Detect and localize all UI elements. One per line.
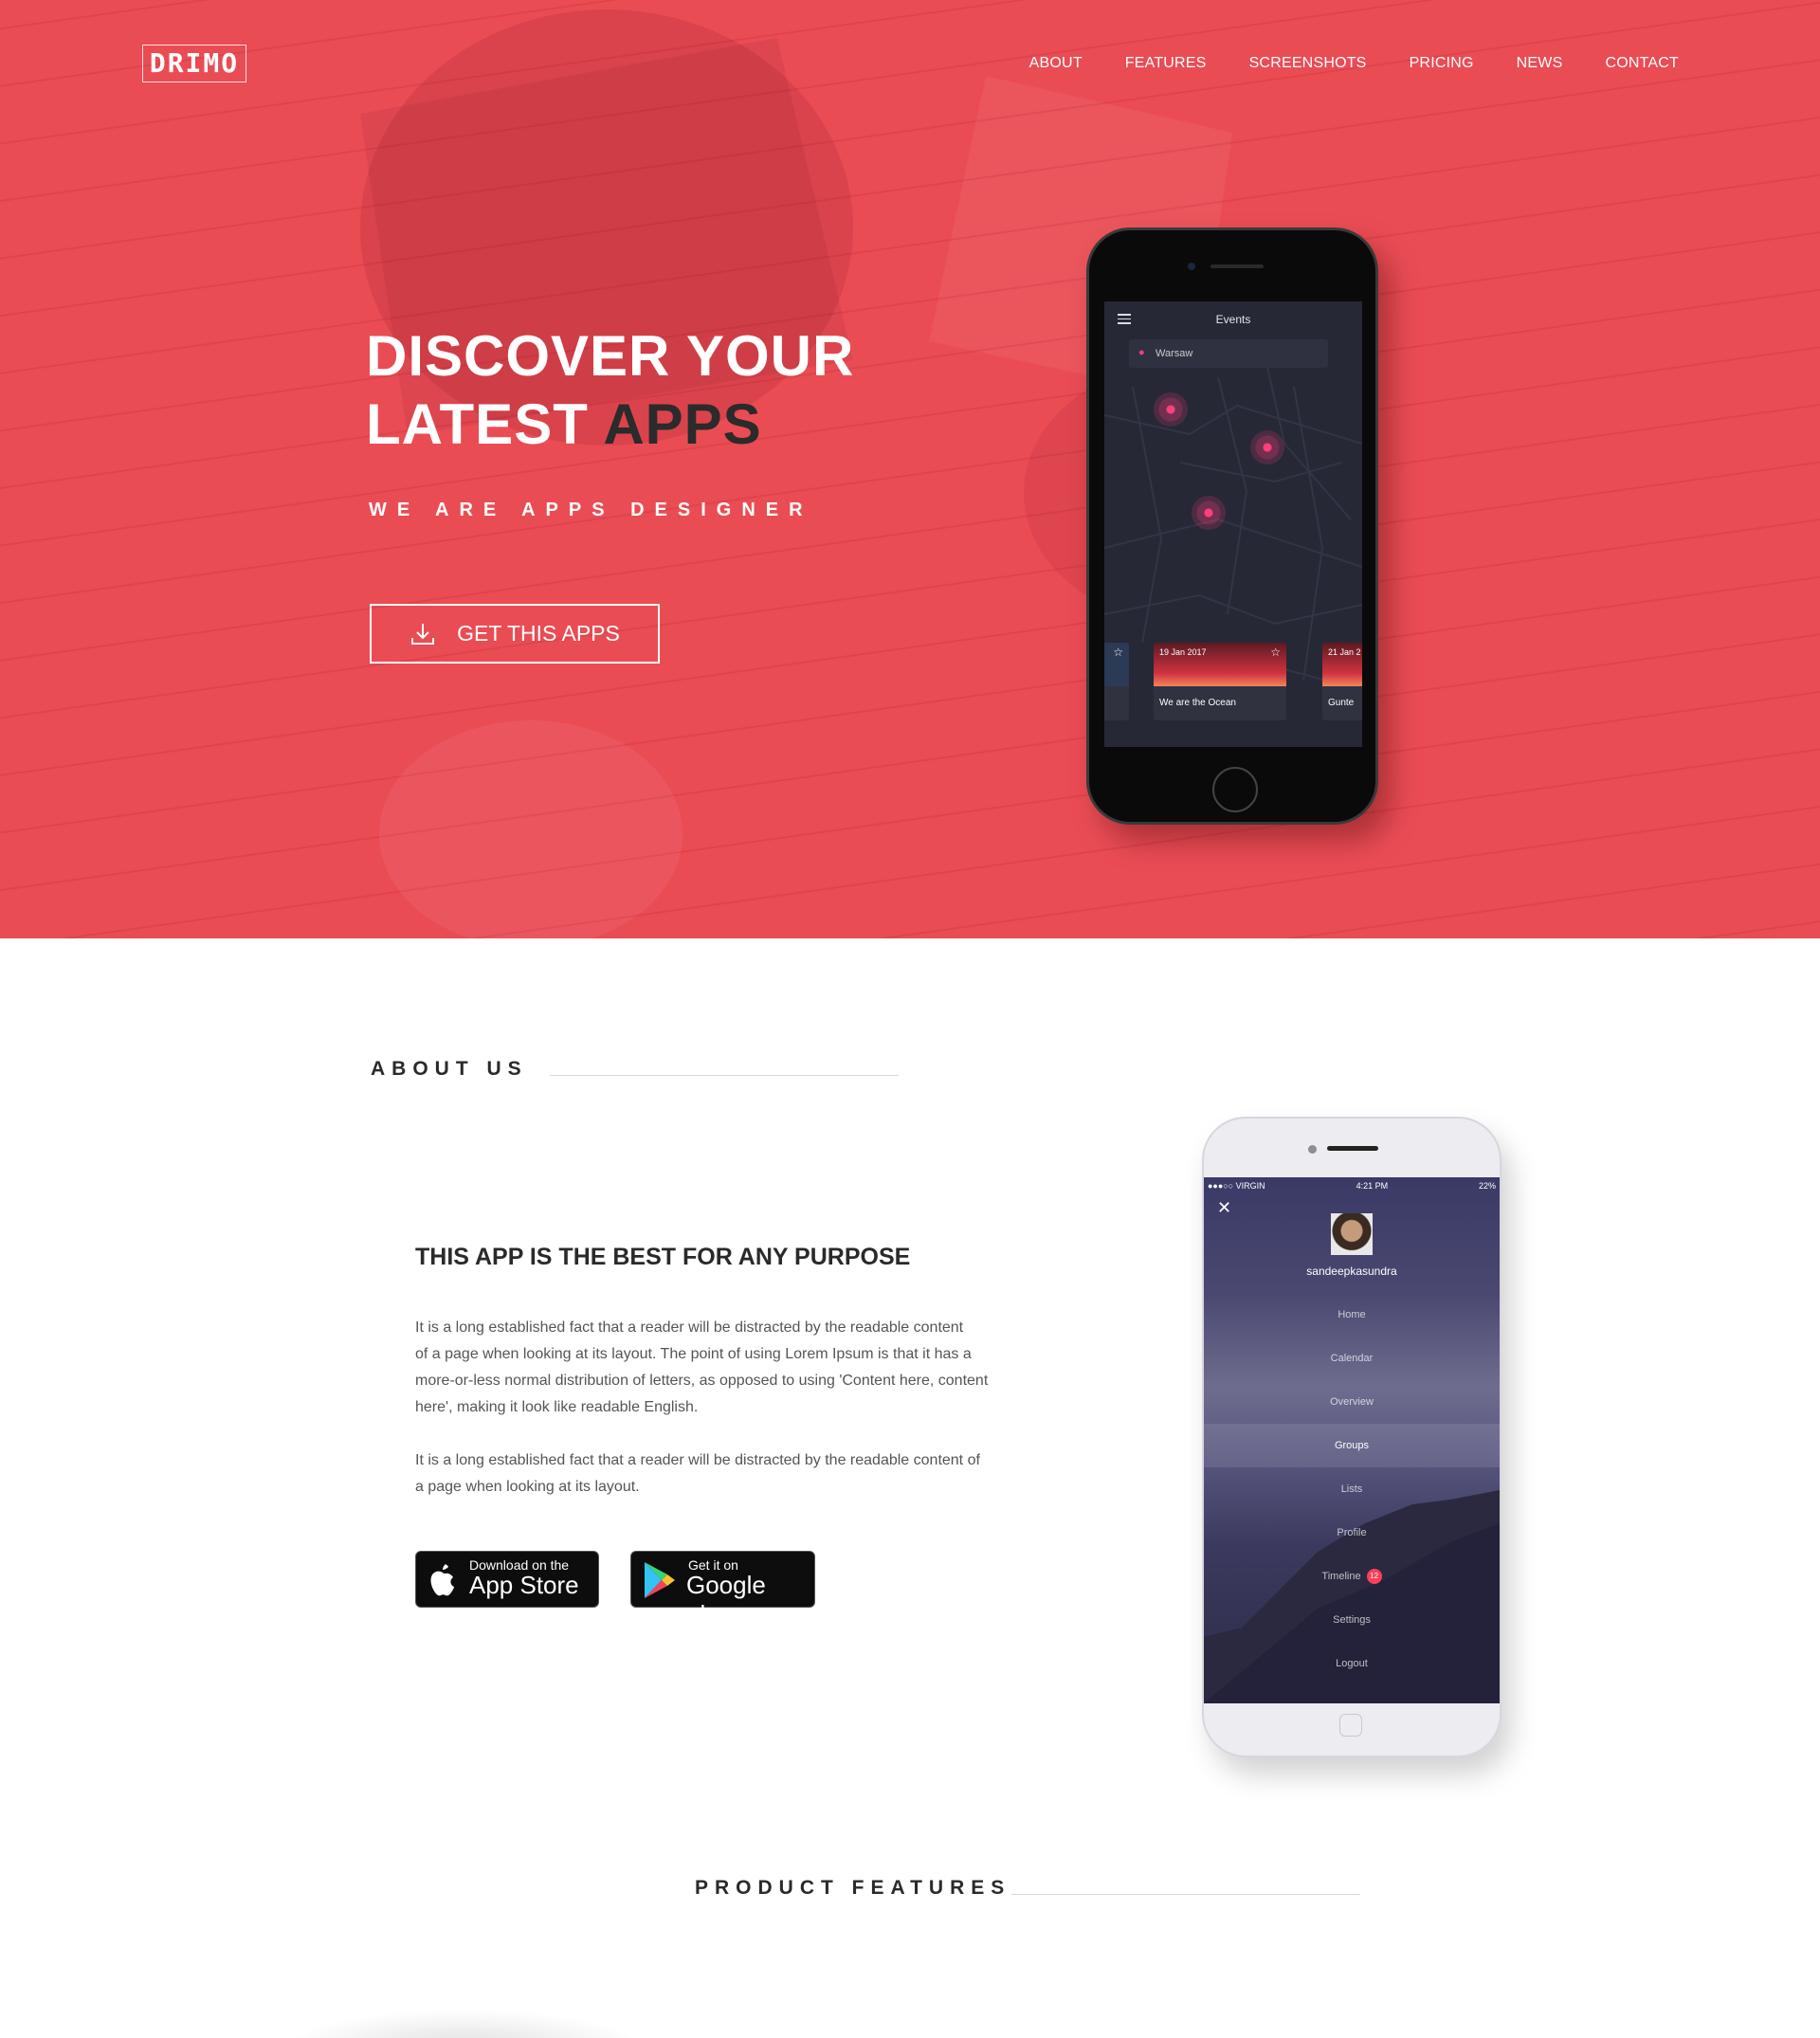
event-date: 21 Jan 2 xyxy=(1328,647,1361,657)
menu-item-lists[interactable]: Lists xyxy=(1204,1467,1500,1511)
star-icon[interactable]: ☆ xyxy=(1270,646,1281,659)
location-search-field[interactable]: ● Warsaw xyxy=(1129,339,1328,368)
google-play-icon xyxy=(645,1562,675,1598)
google-play-big-text: Google play xyxy=(686,1571,766,1629)
app-store-button[interactable]: Download on the App Store xyxy=(415,1551,599,1608)
events-title: Events xyxy=(1215,313,1251,326)
hero-background-image xyxy=(0,0,1820,938)
get-apps-button[interactable]: GET THIS APPS xyxy=(370,604,660,664)
features-section-title: PRODUCT FEATURES xyxy=(695,1877,1011,1899)
nav-item-contact[interactable]: CONTACT xyxy=(1605,55,1679,72)
apple-icon xyxy=(430,1564,454,1596)
location-value: Warsaw xyxy=(1156,348,1193,359)
event-card-main[interactable]: 19 Jan 2017 ☆ We are the Ocean xyxy=(1154,643,1286,720)
status-bar: ●●●○○ VIRGIN 4:21 PM 22% xyxy=(1208,1181,1496,1191)
menu-item-calendar[interactable]: Calendar xyxy=(1204,1337,1500,1380)
feature-shadow-decor xyxy=(284,2010,645,2038)
phone-home-button xyxy=(1212,767,1258,812)
event-card-right[interactable]: 21 Jan 2 Gunte xyxy=(1322,643,1362,720)
menu-item-profile[interactable]: Profile xyxy=(1204,1511,1500,1555)
features-section-line xyxy=(1011,1894,1360,1895)
time-text: 4:21 PM xyxy=(1356,1181,1389,1191)
about-paragraph-2-line: a page when looking at its layout. xyxy=(415,1479,640,1495)
hero-subtitle: WE ARE APPS DESIGNER xyxy=(369,500,813,520)
menu-item-overview[interactable]: Overview xyxy=(1204,1380,1500,1424)
event-card-left[interactable]: ☆ xyxy=(1104,643,1129,720)
google-play-button[interactable]: Get it on Google play xyxy=(630,1551,815,1629)
username: sandeepkasundra xyxy=(1306,1265,1397,1278)
notification-badge: 12 xyxy=(1366,1569,1382,1585)
phone-camera xyxy=(1188,263,1195,270)
nav-item-screenshots[interactable]: SCREENSHOTS xyxy=(1249,55,1367,72)
about-section-title: ABOUT US xyxy=(371,1058,528,1080)
nav-item-about[interactable]: ABOUT xyxy=(1029,55,1083,72)
avatar[interactable] xyxy=(1331,1213,1373,1255)
events-app-screen: Events ● Warsaw ☆ 19 Jan 2017 ☆ We are t… xyxy=(1104,301,1362,747)
download-icon xyxy=(411,623,435,645)
menu-item-groups[interactable]: Groups xyxy=(1204,1424,1500,1467)
hero-title-line2-dark: APPS xyxy=(603,392,762,456)
about-paragraph-1: It is a long established fact that a rea… xyxy=(415,1315,1012,1421)
about-section-line xyxy=(550,1075,899,1076)
menu-item-home[interactable]: Home xyxy=(1204,1293,1500,1337)
close-icon[interactable]: ✕ xyxy=(1217,1198,1231,1218)
hero-title-line1: DISCOVER YOUR xyxy=(366,324,855,388)
app-store-big-text: App Store xyxy=(469,1571,579,1599)
map-marker-2[interactable] xyxy=(1250,430,1284,464)
map-marker-1[interactable] xyxy=(1154,392,1188,427)
location-pin-icon: ● xyxy=(1138,347,1145,358)
brand-logo[interactable]: DRIMO xyxy=(142,45,246,82)
menu-app-screen: ●●●○○ VIRGIN 4:21 PM 22% ✕ sandeepkasund… xyxy=(1204,1177,1500,1703)
phone-home-button xyxy=(1339,1714,1362,1737)
events-phone-mockup: Events ● Warsaw ☆ 19 Jan 2017 ☆ We are t… xyxy=(1086,227,1378,825)
nav-item-features[interactable]: FEATURES xyxy=(1125,55,1207,72)
menu-item-settings[interactable]: Settings xyxy=(1204,1598,1500,1642)
event-date: 19 Jan 2017 xyxy=(1159,647,1207,657)
phone-speaker xyxy=(1327,1146,1378,1151)
phone-speaker xyxy=(1210,264,1264,268)
menu-phone-mockup: ●●●○○ VIRGIN 4:21 PM 22% ✕ sandeepkasund… xyxy=(1202,1117,1502,1757)
map-marker-3[interactable] xyxy=(1192,496,1226,530)
menu-item-timeline[interactable]: Timeline 12 xyxy=(1204,1555,1500,1598)
about-heading: THIS APP IS THE BEST FOR ANY PURPOSE xyxy=(415,1244,911,1270)
phone-camera xyxy=(1308,1145,1317,1154)
hero-section: DRIMO ABOUT FEATURES SCREENSHOTS PRICING… xyxy=(0,0,1820,938)
hero-title-line2-light: LATEST xyxy=(366,392,604,456)
hero-title: DISCOVER YOUR LATEST APPS xyxy=(366,322,935,459)
battery-text: 22% xyxy=(1478,1181,1496,1191)
menu-item-timeline-label: Timeline xyxy=(1321,1571,1361,1582)
star-icon[interactable]: ☆ xyxy=(1113,646,1123,659)
nav-item-pricing[interactable]: PRICING xyxy=(1410,55,1474,72)
about-paragraph-2: It is a long established fact that a rea… xyxy=(415,1447,1012,1501)
event-name: We are the Ocean xyxy=(1159,698,1236,708)
about-paragraph-1-line: of a page when looking at its layout. Th… xyxy=(415,1346,972,1362)
about-paragraph-1-line: It is a long established fact that a rea… xyxy=(415,1319,964,1336)
menu-item-logout[interactable]: Logout xyxy=(1204,1642,1500,1685)
event-name: Gunte xyxy=(1328,698,1355,708)
about-paragraph-2-line: It is a long established fact that a rea… xyxy=(415,1452,980,1468)
get-apps-label: GET THIS APPS xyxy=(457,621,620,646)
carrier-text: ●●●○○ VIRGIN xyxy=(1208,1181,1265,1191)
main-nav: ABOUT FEATURES SCREENSHOTS PRICING NEWS … xyxy=(1029,55,1679,72)
about-paragraph-1-line: more-or-less normal distribution of lett… xyxy=(415,1373,989,1389)
nav-item-news[interactable]: NEWS xyxy=(1517,55,1563,72)
about-paragraph-1-line: here', making it look like readable Engl… xyxy=(415,1399,699,1415)
